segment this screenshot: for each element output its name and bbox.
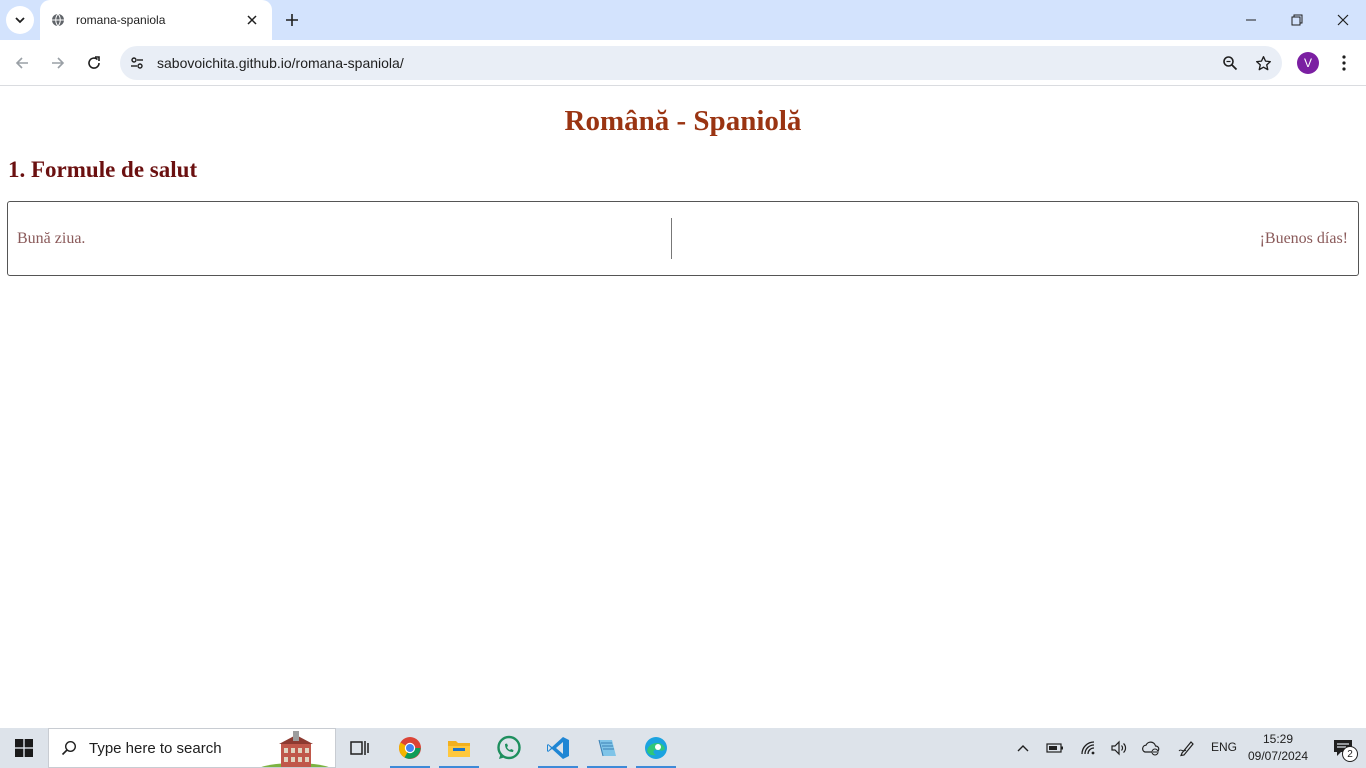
minimize-icon [1246,19,1256,21]
chrome-icon [399,737,421,759]
reload-button[interactable] [80,49,108,77]
start-button[interactable] [0,728,48,768]
phrase-card: Bună ziua. ¡Buenos días! [7,201,1359,276]
minimize-button[interactable] [1228,0,1274,40]
browser-menu-button[interactable] [1330,49,1358,77]
tab-search-button[interactable] [6,6,34,34]
tab-strip: romana-spaniola [0,0,1366,40]
clock-time: 15:29 [1262,732,1294,746]
chevron-down-icon [15,17,25,24]
phrase-divider [671,218,672,259]
site-settings-icon[interactable] [123,49,151,77]
phrase-spanish: ¡Buenos días! [1259,230,1348,247]
bookmark-star-icon[interactable] [1249,49,1277,77]
tab-title: romana-spaniola [76,13,166,27]
notification-count-badge: 2 [1342,746,1358,762]
pen-workspace-icon[interactable] [1176,728,1198,768]
section-heading: 1. Formule de salut [8,157,198,182]
profile-avatar[interactable]: V [1297,52,1319,74]
task-view-icon [350,741,369,755]
back-button[interactable] [8,49,36,77]
globe-icon [50,12,66,28]
vscode-icon [547,737,569,759]
web-page: Română - Spaniolă 1. Formule de salut Bu… [0,87,1366,728]
taskbar-file-explorer[interactable] [435,728,483,768]
close-icon [1337,14,1349,26]
plus-icon [286,14,298,26]
new-tab-button[interactable] [280,8,304,32]
notepad-icon [598,739,616,757]
search-highlight-illustration [261,731,329,767]
phrase-romanian: Bună ziua. [17,230,86,247]
close-tab-icon[interactable] [242,10,262,30]
action-center-button[interactable]: 2 [1320,728,1366,768]
windows-logo-icon [15,739,33,757]
volume-icon[interactable] [1108,728,1130,768]
taskbar-search[interactable]: Type here to search [48,728,336,768]
onedrive-icon[interactable] [1140,728,1162,768]
zoom-icon[interactable] [1216,49,1244,77]
battery-icon[interactable] [1044,728,1066,768]
show-hidden-icons-button[interactable] [1012,728,1034,768]
folder-icon [448,741,470,757]
forward-button[interactable] [44,49,72,77]
edge-icon [645,737,667,759]
search-icon [49,740,89,756]
taskbar-notepad[interactable] [583,728,631,768]
taskbar-vscode[interactable] [534,728,582,768]
whatsapp-icon [497,735,521,760]
search-placeholder: Type here to search [89,739,222,757]
taskbar: Type here to search ENG 15:29 09/07/2024… [0,728,1366,768]
url-text[interactable]: sabovoichita.github.io/romana-spaniola/ [157,55,1216,71]
taskbar-edge[interactable] [632,728,680,768]
close-window-button[interactable] [1320,0,1366,40]
browser-toolbar: sabovoichita.github.io/romana-spaniola/ … [0,40,1366,86]
more-vert-icon [1342,55,1346,71]
restore-button[interactable] [1274,0,1320,40]
restore-icon [1291,14,1303,26]
reload-icon [88,56,100,69]
page-title: Română - Spaniolă [564,105,802,137]
arrow-left-icon [15,57,28,69]
active-tab[interactable]: romana-spaniola [40,0,272,40]
taskbar-clock[interactable]: 15:29 09/07/2024 [1246,731,1310,765]
task-view-button[interactable] [336,728,384,768]
address-bar[interactable]: sabovoichita.github.io/romana-spaniola/ [120,46,1282,80]
language-indicator[interactable]: ENG [1211,740,1237,754]
taskbar-whatsapp[interactable] [485,728,533,768]
clock-date: 09/07/2024 [1247,749,1309,763]
taskbar-chrome[interactable] [386,728,434,768]
arrow-right-icon [52,57,65,69]
network-icon[interactable] [1078,728,1100,768]
chevron-up-icon [1017,745,1029,752]
